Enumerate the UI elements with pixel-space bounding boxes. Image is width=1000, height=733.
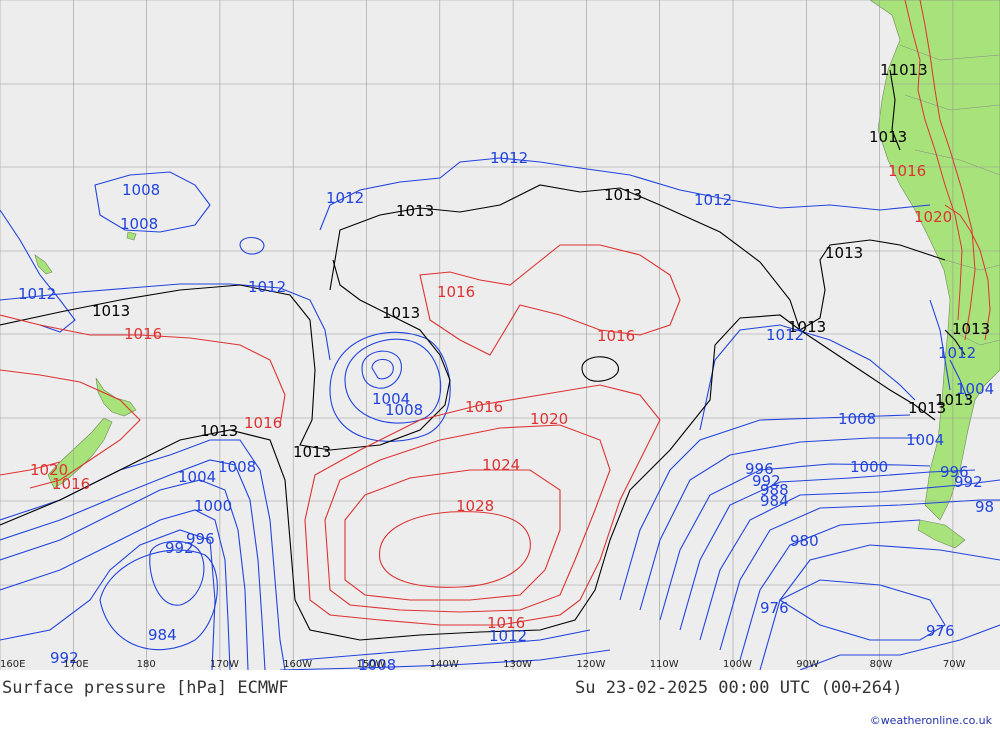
contour-label: 1016	[437, 283, 475, 301]
longitude-tick-label: 160W	[283, 659, 312, 670]
longitude-tick-label: 140W	[430, 659, 459, 670]
contour-label: 1024	[482, 456, 520, 474]
longitude-tick-label: 120W	[576, 659, 605, 670]
longitude-tick-label: 170E	[63, 659, 88, 670]
contour-label: 1013	[825, 244, 863, 262]
longitude-tick-label: 160E	[0, 659, 25, 670]
contour-label: 1008	[838, 410, 876, 428]
contour-label: 1013	[293, 443, 331, 461]
contour-label: 1028	[456, 497, 494, 515]
contour-label: 1013	[92, 302, 130, 320]
contour-label: 1012	[326, 189, 364, 207]
longitude-tick-label: 150W	[357, 659, 386, 670]
contour-label: 1012	[18, 285, 56, 303]
valid-time: Su 23-02-2025 00:00 UTC (00+264)	[575, 678, 903, 698]
contour-label: 992	[954, 473, 983, 491]
longitude-tick-label: 110W	[650, 659, 679, 670]
contour-label: 1016	[124, 325, 162, 343]
contour-label: 984	[148, 626, 177, 644]
pressure-map: 1013 1013 1013 1013 1013 1013 1013 1013 …	[0, 0, 1000, 670]
contour-label: 1004	[178, 468, 216, 486]
longitude-tick-label: 70W	[943, 659, 966, 670]
contour-label: 1008	[218, 458, 256, 476]
map-title: Surface pressure [hPa] ECMWF	[2, 678, 289, 698]
longitude-tick-label: 80W	[870, 659, 893, 670]
contour-label: 1013	[952, 320, 990, 338]
longitude-tick-label: 170W	[210, 659, 239, 670]
contour-label: 992	[165, 539, 194, 557]
contour-label: 1008	[120, 215, 158, 233]
contour-label: 1000	[850, 458, 888, 476]
contour-label: 1013	[604, 186, 642, 204]
contour-label: 1008	[122, 181, 160, 199]
credit-link[interactable]: ©weatheronline.co.uk	[870, 714, 992, 727]
longitude-tick-label: 100W	[723, 659, 752, 670]
contour-label: 1013	[869, 128, 907, 146]
contour-label: 1004	[956, 380, 994, 398]
contour-label: 1016	[597, 327, 635, 345]
contour-label: 1012	[490, 149, 528, 167]
contour-label: 1016	[487, 614, 525, 632]
contour-label: 1012	[248, 278, 286, 296]
contour-label: 976	[926, 622, 955, 640]
longitude-tick-label: 90W	[796, 659, 819, 670]
longitude-tick-label: 130W	[503, 659, 532, 670]
contour-label: 1013	[382, 304, 420, 322]
contour-label: 984	[760, 492, 789, 510]
contour-label: 98	[975, 498, 994, 516]
contour-label: 1012	[766, 326, 804, 344]
contour-label: 1013	[396, 202, 434, 220]
contour-label: 11013	[880, 61, 928, 79]
contour-label: 1004	[906, 431, 944, 449]
contour-label: 1020	[30, 461, 68, 479]
contour-label: 1020	[530, 410, 568, 428]
contour-label: 1004	[372, 390, 410, 408]
contour-label: 1013	[200, 422, 238, 440]
contour-label: 1016	[244, 414, 282, 432]
contour-label: 1016	[888, 162, 926, 180]
contour-label: 1012	[938, 344, 976, 362]
contour-label: 976	[760, 599, 789, 617]
contour-label: 1016	[465, 398, 503, 416]
contour-label: 980	[790, 532, 819, 550]
longitude-tick-label: 180	[137, 659, 156, 670]
contour-label: 1012	[694, 191, 732, 209]
contour-label: 1000	[194, 497, 232, 515]
contour-label: 1020	[914, 208, 952, 226]
